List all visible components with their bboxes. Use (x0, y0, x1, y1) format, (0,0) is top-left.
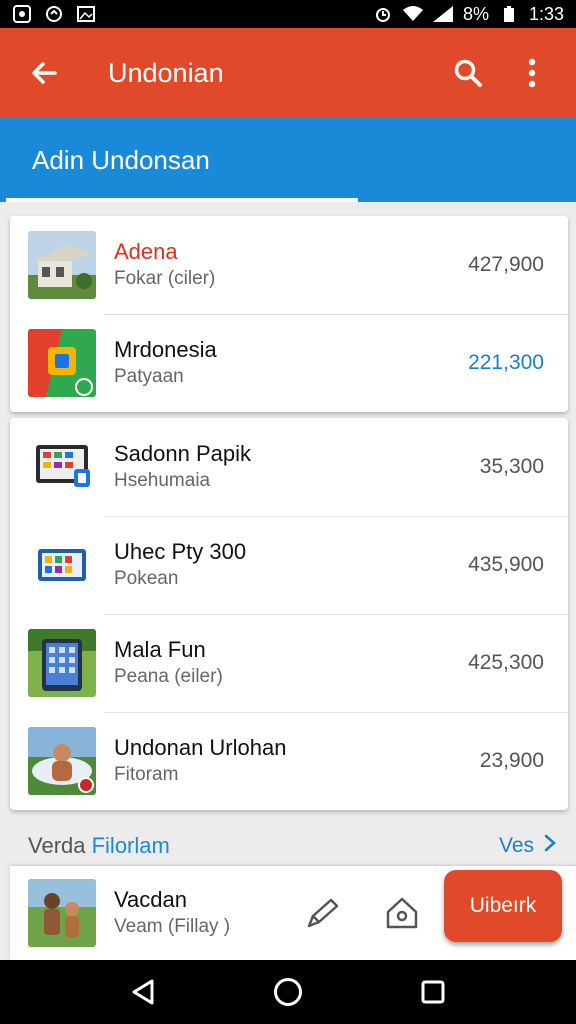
person-photo (28, 727, 96, 795)
tab-indicator (6, 198, 358, 202)
item-title: Sadonn Papik (114, 441, 251, 466)
app-title: Undonian (108, 57, 224, 88)
item-price: 221,300 (468, 351, 544, 374)
item-price: 23,900 (479, 749, 544, 772)
recents-square-icon[interactable] (409, 968, 457, 1016)
tab-adin-undonsan[interactable]: Adin Undonsan (6, 118, 358, 202)
whatsapp-icon (12, 5, 32, 23)
item-price: 425,300 (468, 651, 544, 674)
signal-icon (432, 5, 453, 23)
image-icon (76, 5, 96, 23)
list-item[interactable]: Uhec Pty 300 Pokean 435,900 (10, 516, 568, 614)
wifi-icon (402, 5, 423, 23)
system-nav-bar (0, 960, 576, 1024)
clock: 1:33 (528, 3, 564, 24)
item-subtitle: Hsehumaia (114, 470, 211, 491)
action-button[interactable]: Uibeırk (444, 870, 562, 942)
item-title: Uhec Pty 300 (114, 539, 247, 564)
list-item[interactable]: Sadonn Papik Hsehumaia 35,300 (10, 418, 568, 516)
item-title: Adena (114, 239, 178, 264)
sync-icon (44, 5, 64, 23)
item-subtitle: Peana (eiler) (114, 666, 223, 687)
item-title: Mala Fun (114, 637, 206, 662)
more-vert-icon[interactable] (508, 49, 556, 97)
item-price: 427,900 (468, 253, 544, 276)
pen-icon[interactable] (300, 891, 344, 935)
battery-icon (499, 5, 519, 23)
app-logo (28, 329, 96, 397)
back-triangle-icon[interactable] (119, 968, 167, 1016)
arrow-left-icon[interactable] (20, 49, 68, 97)
list-card: Adena Fokar (ciler) 427,900 Mrdonesia Pa… (10, 216, 568, 412)
item-price: 35,300 (479, 455, 544, 478)
home-circle-icon[interactable] (264, 968, 312, 1016)
see-more-label: Ves (498, 834, 534, 857)
list-item[interactable]: Mala Fun Peana (eiler) 425,300 (10, 614, 568, 712)
family-photo (28, 879, 96, 947)
list-item[interactable]: Mrdonesia Patyaan 221,300 (10, 314, 568, 412)
chevron-right-icon (544, 834, 556, 858)
section-title-accent: Filorlam (91, 833, 170, 858)
section-title-prefix: Verda (28, 833, 92, 858)
bottom-item-card[interactable]: Vacdan Veam (Fillay ) Uibeırk (10, 866, 576, 960)
list-item[interactable]: Adena Fokar (ciler) 427,900 (10, 216, 568, 314)
see-more-link[interactable]: Ves (499, 834, 556, 858)
item-title: Mrdonesia (114, 337, 217, 362)
alarm-icon (373, 5, 393, 23)
item-title: Undonan Urlohan (114, 735, 287, 760)
list-item[interactable]: Undonan Urlohan Fitoram 23,900 (10, 712, 568, 810)
status-bar: 8% 1:33 (0, 0, 576, 28)
tab-bar: Adin Undonsan (0, 118, 576, 202)
section-header: Verda Filorlam Ves (28, 826, 556, 866)
app-bar: Undonian (0, 28, 576, 118)
section-title: Verda Filorlam (28, 833, 170, 859)
item-title: Vacdan (114, 887, 187, 912)
tablet-blue (28, 531, 96, 599)
search-icon[interactable] (444, 49, 492, 97)
battery-percent: 8% (462, 3, 489, 24)
item-subtitle: Patyaan (114, 366, 184, 387)
item-subtitle: Veam (Fillay ) (114, 916, 231, 937)
list-card: Sadonn Papik Hsehumaia 35,300 Uhec Pty 3… (10, 418, 568, 810)
item-subtitle: Pokean (114, 568, 179, 589)
tablet-apps (28, 433, 96, 501)
house-icon[interactable] (380, 891, 424, 935)
item-price: 435,900 (468, 553, 544, 576)
item-subtitle: Fitoram (114, 764, 179, 785)
building-photo (28, 231, 96, 299)
tablet-grass (28, 629, 96, 697)
item-subtitle: Fokar (ciler) (114, 268, 216, 289)
